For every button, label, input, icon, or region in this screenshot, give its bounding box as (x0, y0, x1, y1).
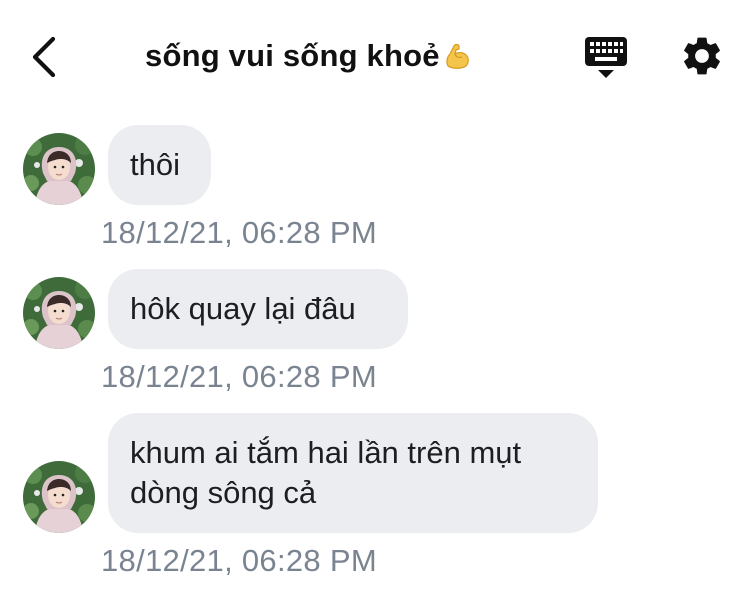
message-text: hôk quay lại đâu (130, 291, 356, 326)
message-timestamp: 18/12/21, 06:28 PM (101, 359, 377, 394)
message-bubble[interactable]: hôk quay lại đâu (108, 269, 408, 349)
avatar-image (23, 461, 95, 533)
message-text: thôi (130, 147, 180, 182)
message-bubble[interactable]: thôi (108, 125, 211, 205)
message-bubble[interactable]: khum ai tắm hai lần trên mụt dòng sông c… (108, 413, 598, 533)
avatar[interactable] (23, 277, 95, 349)
avatar[interactable] (23, 133, 95, 205)
avatar[interactable] (23, 461, 95, 533)
message-text-line: dòng sông cả (130, 475, 317, 510)
flexed-biceps-emoji-icon (446, 43, 469, 69)
gear-icon (684, 37, 720, 75)
chevron-left-icon (32, 36, 56, 78)
chat-title-text: sống vui sống khoẻ (145, 38, 440, 73)
message-timestamp: 18/12/21, 06:28 PM (101, 215, 377, 250)
message-text-line: khum ai tắm hai lần trên mụt (130, 435, 522, 470)
avatar-image (23, 277, 95, 349)
chat-header: sống vui sống khoẻ (0, 0, 750, 115)
back-button[interactable] (22, 30, 66, 84)
keyboard-icon (585, 37, 627, 78)
message-timestamp: 18/12/21, 06:28 PM (101, 543, 377, 578)
settings-button[interactable] (679, 33, 725, 79)
keyboard-button[interactable] (582, 34, 630, 80)
avatar-image (23, 133, 95, 205)
chat-title: sống vui sống khoẻ (145, 38, 474, 74)
